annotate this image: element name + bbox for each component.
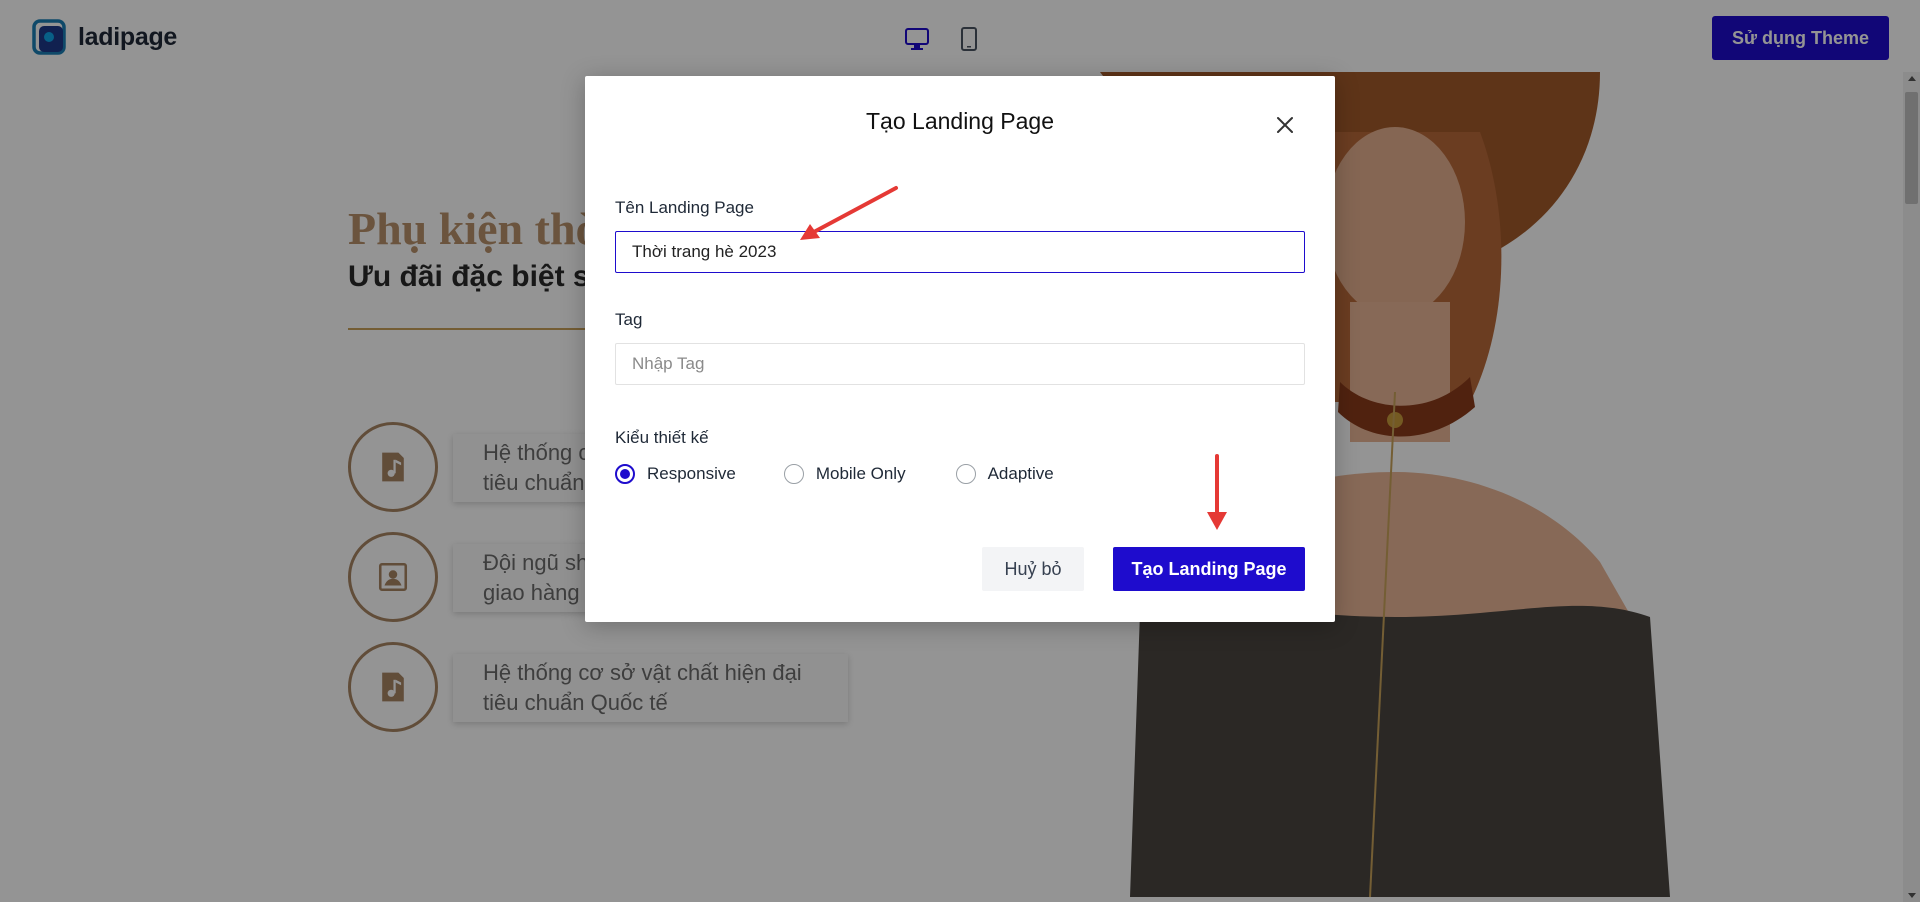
annotation-arrow-create <box>1207 454 1227 530</box>
radio-unchecked-icon <box>783 464 804 484</box>
annotation-arrow-name <box>800 186 898 240</box>
radio-label: Mobile Only <box>815 464 906 483</box>
radio-checked-icon <box>615 464 635 484</box>
radio-label: Adaptive <box>987 464 1054 483</box>
radio-label: Responsive <box>647 464 736 483</box>
radio-responsive[interactable]: Responsive <box>615 464 736 484</box>
modal-title: Tạo Landing Page <box>866 108 1054 134</box>
name-label: Tên Landing Page <box>615 198 754 217</box>
tag-label: Tag <box>615 310 643 329</box>
design-type-label: Kiểu thiết kế <box>615 428 709 447</box>
design-type-radio-group: Responsive Mobile Only Adaptive <box>615 464 1054 484</box>
radio-unchecked-icon <box>955 464 976 484</box>
close-icon[interactable] <box>1273 113 1297 137</box>
radio-mobile-only[interactable]: Mobile Only <box>783 464 906 484</box>
tag-input[interactable] <box>615 343 1305 385</box>
create-landing-page-dialog: Tạo Landing Page Tên Landing Page Tag Ki… <box>585 76 1335 622</box>
cancel-button[interactable]: Huỷ bỏ <box>982 547 1084 591</box>
landing-page-name-input[interactable] <box>615 231 1305 273</box>
create-landing-page-button[interactable]: Tạo Landing Page <box>1113 547 1305 591</box>
radio-adaptive[interactable]: Adaptive <box>955 464 1054 484</box>
